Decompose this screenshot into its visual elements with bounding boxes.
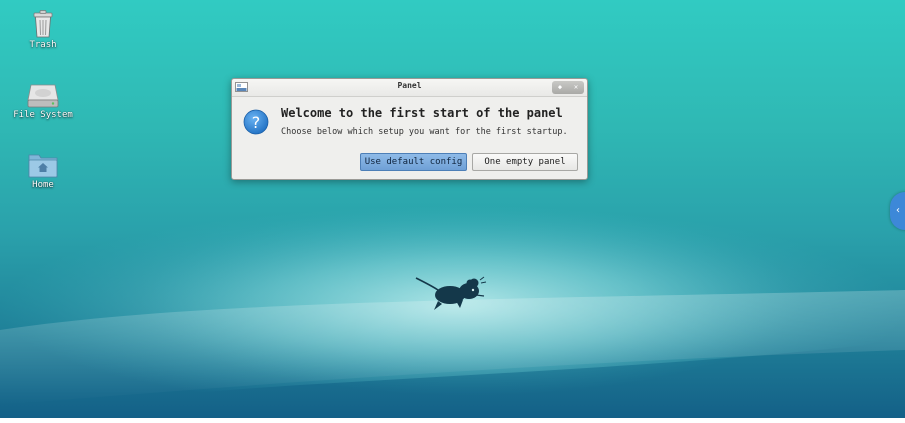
wallpaper <box>0 205 905 410</box>
panel-welcome-dialog: Panel ◆ ✕ ? Welcome to the first start o… <box>231 78 588 180</box>
expand-handle-icon: ‹ <box>896 205 900 216</box>
desktop-icon-home-label: Home <box>32 180 54 190</box>
restore-button[interactable]: ◆ <box>553 81 567 94</box>
dialog-title: Panel <box>397 81 422 90</box>
close-button[interactable]: ✕ <box>569 81 583 94</box>
hard-drive-icon <box>27 84 59 108</box>
side-expand-handle[interactable]: ‹ <box>890 192 905 230</box>
dialog-body: ? Welcome to the first start of the pane… <box>232 97 587 181</box>
dialog-message: Choose below which setup you want for th… <box>281 127 568 137</box>
window-controls: ◆ ✕ <box>552 81 584 94</box>
question-icon: ? <box>243 109 269 135</box>
dialog-heading: Welcome to the first start of the panel <box>281 106 563 120</box>
desktop-icon-home[interactable]: Home <box>1 152 85 190</box>
desktop-icon-trash[interactable]: Trash <box>1 10 85 50</box>
bottom-edge <box>0 418 905 423</box>
trash-icon <box>33 10 53 38</box>
desktop-icon-trash-label: Trash <box>29 40 57 50</box>
desktop: Trash File System Home Panel ◆ ✕ ? Welco… <box>0 0 905 423</box>
dialog-titlebar[interactable]: Panel ◆ ✕ <box>232 79 587 97</box>
home-folder-icon <box>28 154 58 178</box>
desktop-icon-file-system-label: File System <box>13 110 73 120</box>
use-default-config-button[interactable]: Use default config <box>360 153 467 171</box>
svg-text:?: ? <box>252 113 261 132</box>
desktop-icon-file-system[interactable]: File System <box>1 82 85 120</box>
one-empty-panel-button[interactable]: One empty panel <box>472 153 578 171</box>
